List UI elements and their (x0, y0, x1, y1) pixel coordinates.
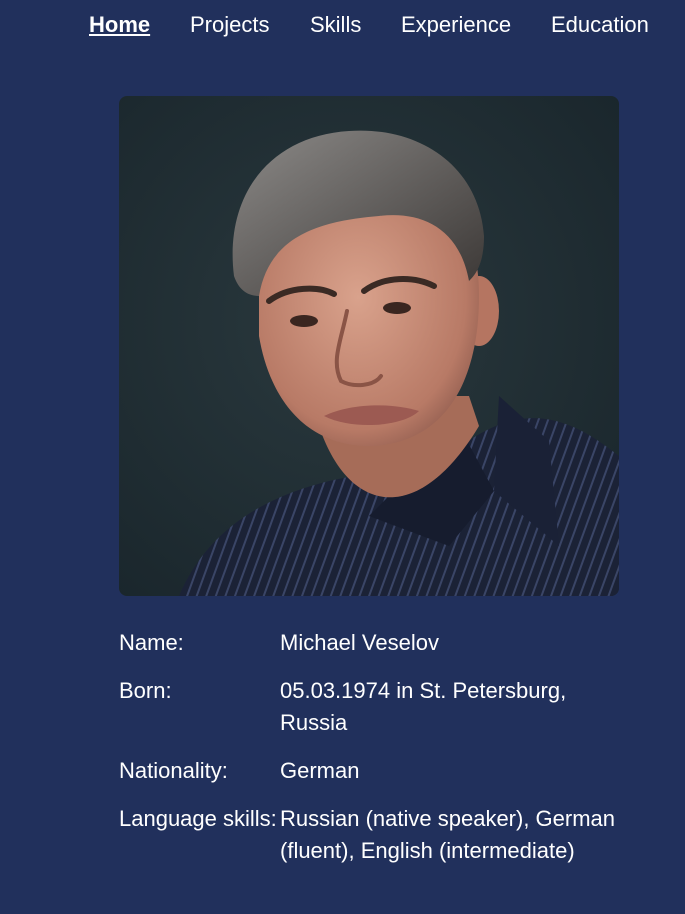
top-navigation: Home Projects Skills Experience Educatio… (0, 0, 685, 52)
portrait-photo (119, 96, 619, 596)
detail-label: Language skills: (119, 806, 277, 831)
nav-education-link[interactable]: Education (551, 12, 649, 38)
nav-skills-link[interactable]: Skills (310, 12, 361, 38)
profile-details: Name: Michael Veselov Born: 05.03.1974 i… (119, 627, 639, 883)
detail-row-nationality: Nationality: German (119, 755, 639, 803)
detail-label: Name: (119, 630, 184, 655)
nav-experience-link[interactable]: Experience (401, 12, 511, 38)
detail-row-name: Name: Michael Veselov (119, 627, 639, 675)
detail-label: Born: (119, 678, 172, 703)
detail-value: Michael Veselov (280, 630, 439, 655)
nav-projects-link[interactable]: Projects (190, 12, 269, 38)
detail-row-born: Born: 05.03.1974 in St. Petersburg, Russ… (119, 675, 639, 755)
detail-value: Russian (native speaker), German (fluent… (280, 806, 616, 863)
detail-row-language-skills: Language skills: Russian (native speaker… (119, 803, 639, 883)
detail-label: Nationality: (119, 758, 228, 783)
detail-value: German (280, 758, 360, 783)
profile-photo (119, 96, 619, 596)
detail-value: 05.03.1974 in St. Petersburg, Russia (280, 678, 567, 735)
nav-home-link[interactable]: Home (89, 12, 150, 38)
page: Home Projects Skills Experience Educatio… (0, 0, 685, 914)
